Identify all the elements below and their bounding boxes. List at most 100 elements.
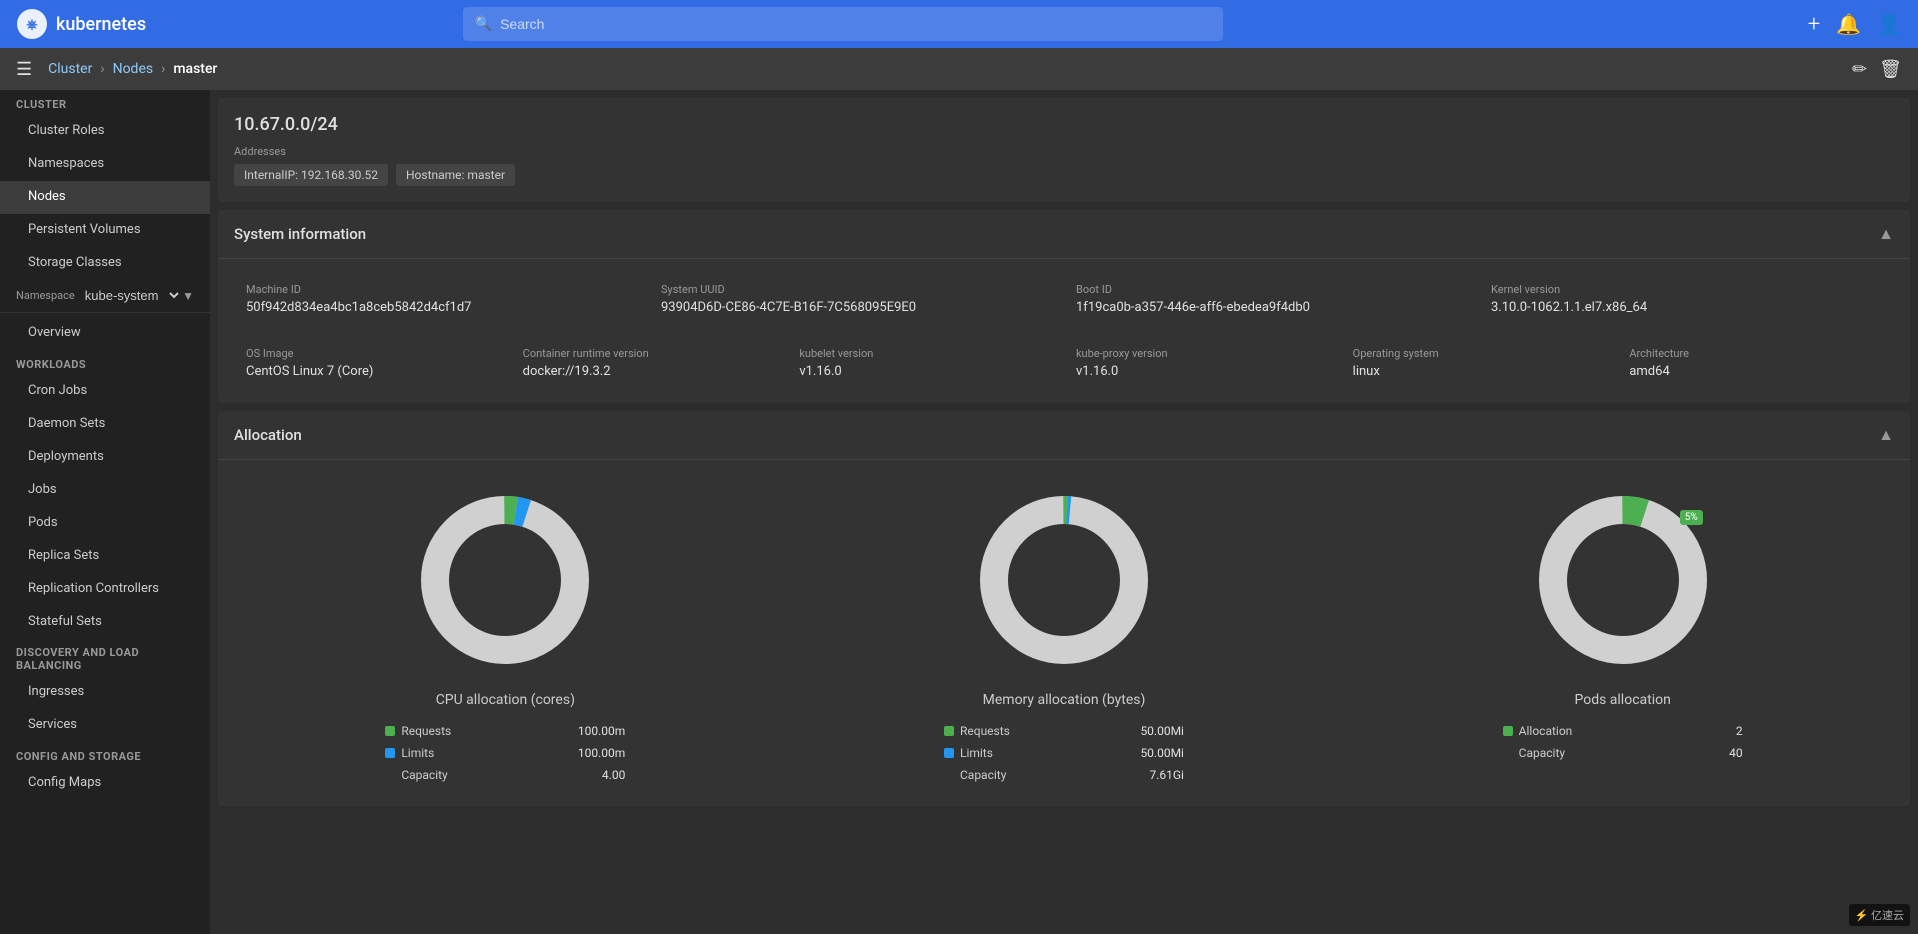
logo-area: ⎈ kubernetes [16,8,146,40]
notifications-icon[interactable]: 🔔 [1836,12,1861,36]
machine-id-item: Machine ID 50f942d834ea4bc1a8ceb5842d4cf… [234,275,649,323]
ip-info-card: 10.67.0.0/24 Addresses InternalIP: 192.1… [218,98,1910,202]
sidebar-item-daemon-sets[interactable]: Daemon Sets [0,408,210,441]
sidebar: Cluster Cluster Roles Namespaces Nodes P… [0,90,210,934]
allocation-title: Allocation [234,426,302,444]
memory-capacity-row: Capacity 7.61Gi [944,764,1184,786]
memory-capacity-label: Capacity [960,768,1006,782]
search-input[interactable] [500,16,1211,32]
namespace-label: Namespace [16,289,75,302]
sidebar-item-services[interactable]: Services [0,709,210,742]
cpu-capacity-dot [385,770,395,780]
sidebar-item-nodes[interactable]: Nodes [0,181,210,214]
cpu-requests-value: 100.00m [578,724,625,738]
memory-limits-value: 50.00Mi [1140,746,1184,760]
sidebar-item-persistent-volumes[interactable]: Persistent Volumes [0,214,210,247]
boot-id-label: Boot ID [1076,283,1467,296]
delete-button[interactable]: 🗑 [1879,59,1902,80]
cpu-limits-row: Limits 100.00m [385,742,625,764]
cpu-legend: Requests 100.00m Limits 100.00m [385,720,625,786]
os-image-item: OS Image CentOS Linux 7 (Core) [234,339,511,387]
address-tag-1: Hostname: master [396,164,515,186]
sidebar-item-overview[interactable]: Overview [0,317,210,350]
user-icon[interactable]: 👤 [1877,12,1902,36]
cpu-alloc-title: CPU allocation (cores) [436,692,575,708]
add-button[interactable]: + [1808,12,1820,37]
namespace-selector[interactable]: Namespace kube-system default ▼ [0,279,210,313]
cpu-limits-dot [385,748,395,758]
pods-allocation-value: 2 [1736,724,1743,738]
app-name: kubernetes [56,14,146,35]
cpu-requests-row: Requests 100.00m [385,720,625,742]
sidebar-item-replica-sets[interactable]: Replica Sets [0,540,210,573]
breadcrumb-nodes[interactable]: Nodes [113,61,154,77]
menu-icon[interactable]: ☰ [16,59,32,80]
cpu-capacity-label: Capacity [401,768,447,782]
memory-requests-dot [944,726,954,736]
address-tags: InternalIP: 192.168.30.52 Hostname: mast… [234,164,1894,186]
sidebar-item-ingresses[interactable]: Ingresses [0,676,210,709]
pods-alloc-title: Pods allocation [1574,692,1670,708]
addresses-label: Addresses [234,145,1894,158]
svg-text:⎈: ⎈ [26,17,37,33]
system-info-panel: System information ▲ Machine ID 50f942d8… [218,210,1910,403]
sidebar-item-replication-controllers[interactable]: Replication Controllers [0,573,210,606]
address-tag-0: InternalIP: 192.168.30.52 [234,164,388,186]
pods-percent-badge: 5% [1680,510,1703,525]
search-bar[interactable]: 🔍 [463,7,1223,41]
sidebar-config-header: Config and Storage [0,742,210,767]
breadcrumb-sep-1: › [100,61,104,77]
sidebar-item-jobs[interactable]: Jobs [0,474,210,507]
container-runtime-value: docker://19.3.2 [523,364,776,379]
content-area: 10.67.0.0/24 Addresses InternalIP: 192.1… [210,90,1918,934]
boot-id-value: 1f19ca0b-a357-446e-aff6-ebedea9f4db0 [1076,300,1467,315]
sidebar-workloads-header: Workloads [0,350,210,375]
operating-system-value: linux [1353,364,1606,379]
sidebar-discovery-header: Discovery and Load Balancing [0,638,210,676]
architecture-item: Architecture amd64 [1617,339,1894,387]
system-uuid-value: 93904D6D-CE86-4C7E-B16F-7C568095E9E0 [661,300,1052,315]
pods-legend: Allocation 2 Capacity 40 [1503,720,1743,764]
sidebar-item-cron-jobs[interactable]: Cron Jobs [0,375,210,408]
os-image-label: OS Image [246,347,499,360]
memory-requests-row: Requests 50.00Mi [944,720,1184,742]
sysinfo-row2: OS Image CentOS Linux 7 (Core) Container… [218,339,1910,403]
top-nav-icons: + 🔔 👤 [1808,12,1902,37]
sidebar-item-config-maps[interactable]: Config Maps [0,767,210,800]
memory-limits-label: Limits [960,746,993,760]
memory-capacity-value: 7.61Gi [1149,768,1184,782]
sidebar-item-cluster-roles[interactable]: Cluster Roles [0,115,210,148]
memory-limits-row: Limits 50.00Mi [944,742,1184,764]
edit-button[interactable]: ✏ [1852,59,1867,80]
sidebar-item-deployments[interactable]: Deployments [0,441,210,474]
system-info-chevron-icon: ▲ [1878,224,1894,244]
container-runtime-label: Container runtime version [523,347,776,360]
breadcrumb-actions: ✏ 🗑 [1852,59,1902,80]
pods-capacity-value: 40 [1729,746,1743,760]
sidebar-item-pods[interactable]: Pods [0,507,210,540]
cpu-capacity-value: 4.00 [602,768,625,782]
kubelet-version-value: v1.16.0 [799,364,1052,379]
kernel-version-value: 3.10.0-1062.1.1.el7.x86_64 [1491,300,1882,315]
cpu-donut-chart [405,480,605,680]
sidebar-item-storage-classes[interactable]: Storage Classes [0,247,210,280]
system-info-header[interactable]: System information ▲ [218,210,1910,259]
cpu-capacity-row: Capacity 4.00 [385,764,625,786]
sidebar-item-stateful-sets[interactable]: Stateful Sets [0,606,210,639]
cpu-limits-value: 100.00m [578,746,625,760]
system-uuid-label: System UUID [661,283,1052,296]
sysinfo-row1: Machine ID 50f942d834ea4bc1a8ceb5842d4cf… [218,259,1910,339]
allocation-panel: Allocation ▲ [218,411,1910,806]
sidebar-item-namespaces[interactable]: Namespaces [0,148,210,181]
allocation-header[interactable]: Allocation ▲ [218,411,1910,460]
memory-requests-label: Requests [960,724,1010,738]
breadcrumb-cluster[interactable]: Cluster [48,61,92,77]
pods-capacity-dot [1503,748,1513,758]
namespace-dropdown[interactable]: kube-system default [81,287,182,304]
kernel-version-label: Kernel version [1491,283,1882,296]
cpu-donut-svg [405,480,605,680]
memory-alloc-title: Memory allocation (bytes) [983,692,1146,708]
search-icon: 🔍 [475,16,492,32]
cpu-requests-label: Requests [401,724,451,738]
kubelet-version-item: kubelet version v1.16.0 [787,339,1064,387]
